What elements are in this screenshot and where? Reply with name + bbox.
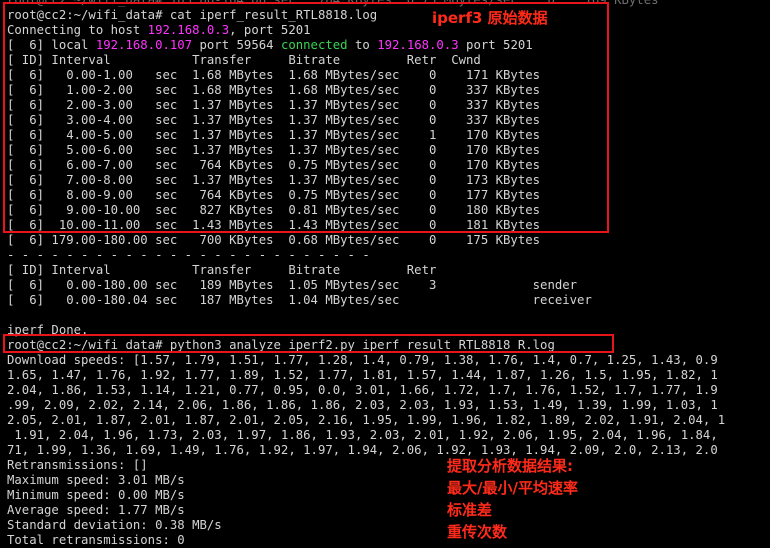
terminal-line: .99, 2.09, 2.02, 2.14, 2.06, 1.86, 1.86,… bbox=[7, 398, 718, 412]
terminal-line: Total retransmissions: 0 bbox=[7, 533, 185, 547]
terminal-line: 1.91, 2.04, 1.96, 1.73, 2.03, 1.97, 1.86… bbox=[7, 428, 718, 442]
iperf-log-highlight-box bbox=[3, 2, 609, 233]
annotation-line: 最大/最小/平均速率 bbox=[447, 479, 578, 497]
terminal-window[interactable]: root@cc2:~/wifi_data# 103.00-104.00 sec … bbox=[0, 0, 770, 548]
terminal-line: [ ID] Interval Transfer Bitrate Retr bbox=[7, 263, 437, 277]
terminal-line: Retransmissions: [] bbox=[7, 458, 148, 472]
analyze-command-highlight-box bbox=[3, 334, 614, 353]
annotation-line: 提取分析数据结果: bbox=[447, 457, 573, 475]
annotation-line: 重传次数 bbox=[447, 523, 508, 541]
terminal-line: Minimum speed: 0.00 MB/s bbox=[7, 488, 185, 502]
analysis-result-annotation: 提取分析数据结果: 最大/最小/平均速率 标准差 重传次数 bbox=[447, 455, 578, 543]
terminal-line: Download speeds: [1.57, 1.79, 1.51, 1.77… bbox=[7, 353, 718, 367]
terminal-line: Maximum speed: 3.01 MB/s bbox=[7, 473, 185, 487]
terminal-line: 2.04, 1.86, 1.53, 1.14, 1.21, 0.77, 0.95… bbox=[7, 383, 718, 397]
terminal-line: Average speed: 1.77 MB/s bbox=[7, 503, 185, 517]
terminal-line: [ 6] 0.00-180.00 sec 189 MBytes 1.05 MBy… bbox=[7, 278, 578, 292]
terminal-line: 1.65, 1.47, 1.76, 1.92, 1.77, 1.89, 1.52… bbox=[7, 368, 718, 382]
terminal-line: - - - - - - - - - - - - - - - - - - - - … bbox=[7, 248, 370, 262]
terminal-line: 2.05, 2.01, 1.87, 2.01, 1.87, 2.01, 2.05… bbox=[7, 413, 726, 427]
terminal-line: [ 6] 0.00-180.04 sec 187 MBytes 1.04 MBy… bbox=[7, 293, 592, 307]
terminal-line: [ 6] 179.00-180.00 sec 700 KBytes 0.68 M… bbox=[7, 233, 541, 247]
raw-data-annotation: iperf3 原始数据 bbox=[432, 9, 548, 27]
terminal-line: 71, 1.99, 1.36, 1.69, 1.49, 1.76, 1.92, … bbox=[7, 443, 718, 457]
annotation-line: 标准差 bbox=[447, 501, 493, 519]
terminal-line: Standard deviation: 0.38 MB/s bbox=[7, 518, 222, 532]
